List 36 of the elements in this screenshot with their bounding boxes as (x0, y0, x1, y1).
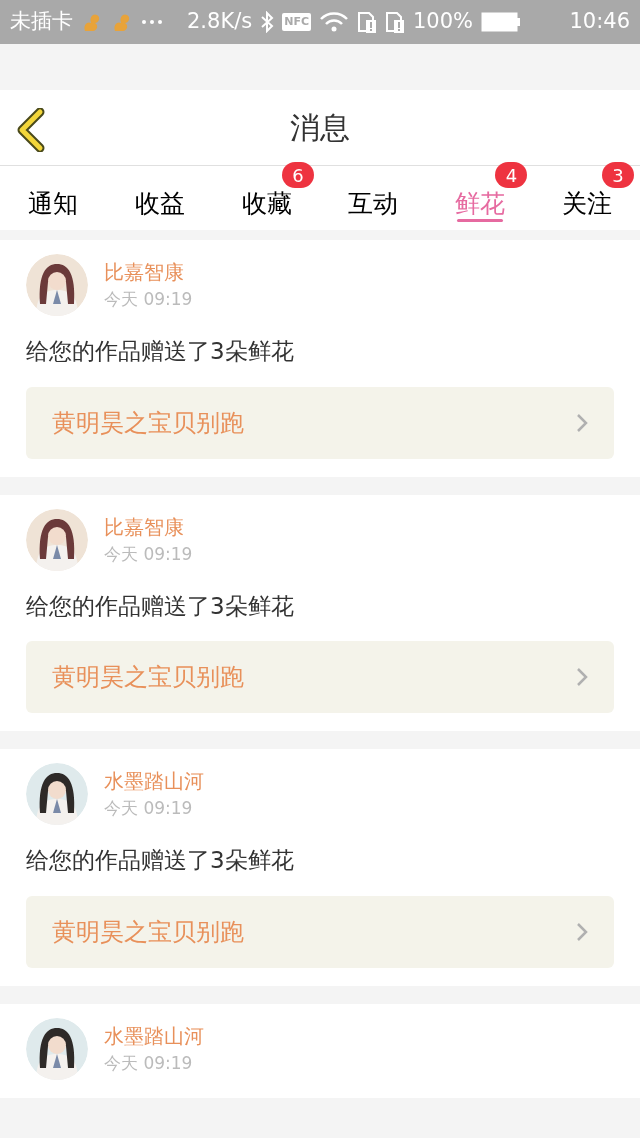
message-time: 今天 09:19 (104, 542, 193, 566)
carrier-label: 未插卡 (10, 8, 73, 36)
message-time: 今天 09:19 (104, 1051, 194, 1075)
more-icon (141, 19, 163, 25)
clock: 10:46 (569, 8, 630, 36)
message-time: 今天 09:19 (104, 288, 193, 311)
tab[interactable]: 互动 (348, 166, 399, 230)
tab[interactable]: 通知 (28, 166, 79, 230)
wifi-icon (319, 11, 349, 33)
message-text: 给您的作品赠送了3朵鲜花 (26, 337, 295, 366)
message-time: 今天 09:19 (104, 797, 194, 820)
tab[interactable]: 收益 (135, 166, 185, 230)
sim-card-icon (357, 11, 377, 33)
sim-card-icon (385, 11, 405, 33)
chevron-right-icon (576, 412, 588, 433)
count-badge: 4 (495, 162, 528, 188)
bluetooth-icon (260, 11, 275, 33)
page-title: 消息 (290, 109, 350, 147)
chevron-right-icon (576, 921, 588, 942)
message-text: 给您的作品赠送了3朵鲜花 (26, 591, 295, 621)
user-name[interactable]: 比嘉智康 (104, 512, 193, 541)
nfc-icon: NFC (282, 13, 311, 31)
count-badge: 3 (602, 162, 635, 188)
network-speed: 2.8K/s (187, 8, 253, 36)
work-link[interactable]: 黄明昊之宝贝别跑 (26, 641, 614, 713)
message-text: 给您的作品赠送了3朵鲜花 (26, 846, 295, 875)
work-link[interactable]: 黄明昊之宝贝别跑 (26, 895, 614, 968)
user-name[interactable]: 水墨踏山河 (104, 1021, 204, 1050)
work-link[interactable]: 黄明昊之宝贝别跑 (26, 386, 614, 459)
tab-indicator (457, 219, 503, 222)
battery-icon (481, 12, 522, 32)
user-name[interactable]: 水墨踏山河 (104, 767, 204, 795)
battery-percent: 100% (413, 8, 474, 36)
count-badge: 6 (282, 162, 314, 188)
user-name[interactable]: 比嘉智康 (104, 258, 193, 286)
chevron-right-icon (576, 667, 588, 687)
